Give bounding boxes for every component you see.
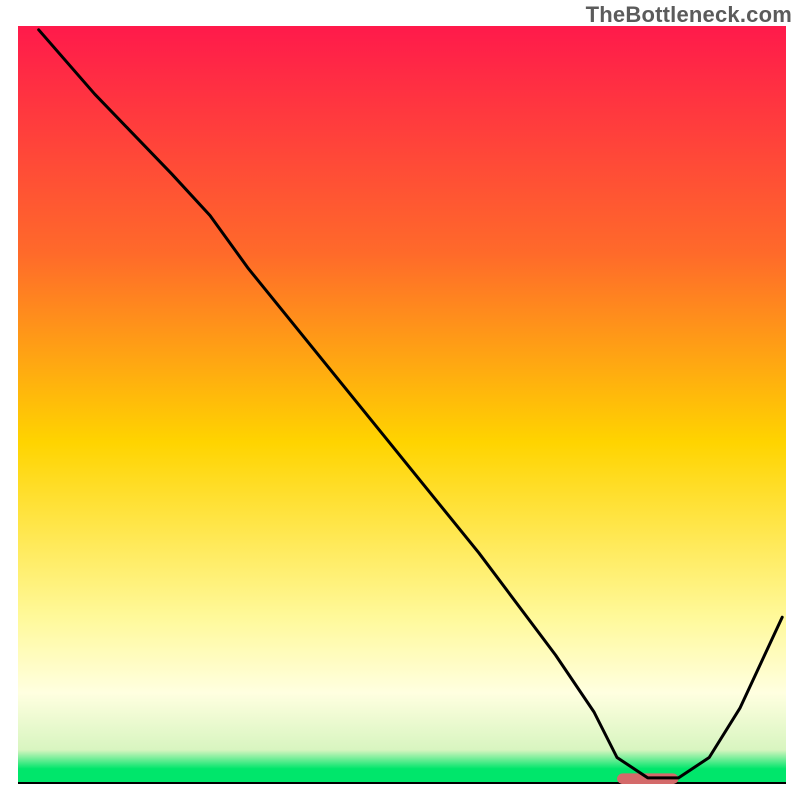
watermark-text: TheBottleneck.com [586,2,792,28]
gradient-background [18,26,786,784]
chart-plot-area [0,0,800,800]
bottleneck-chart: TheBottleneck.com [0,0,800,800]
